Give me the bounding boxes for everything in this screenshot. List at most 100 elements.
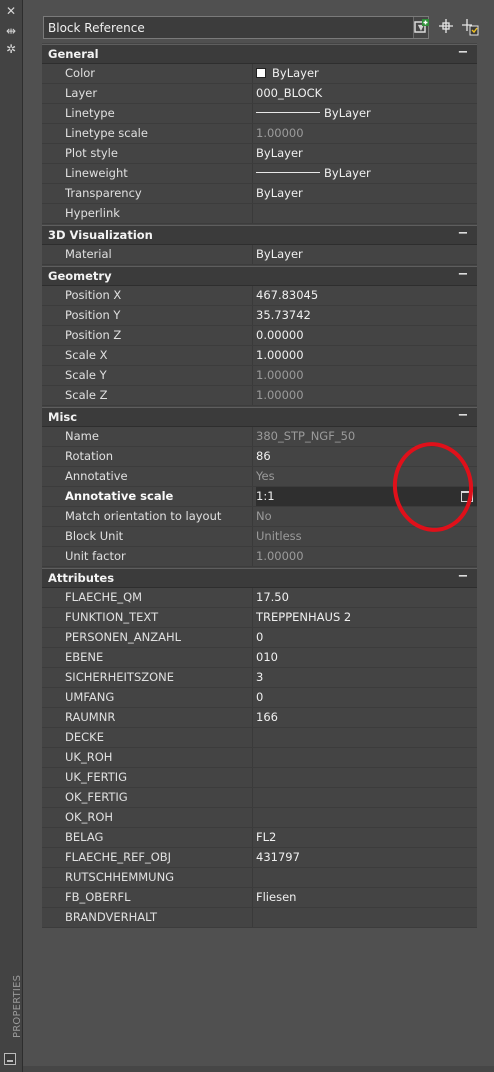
property-label: RAUMNR bbox=[65, 708, 253, 727]
property-value[interactable]: ByLayer bbox=[256, 164, 477, 183]
property-value-text: 380_STP_NGF_50 bbox=[256, 429, 356, 443]
property-row[interactable]: Material ByLayer bbox=[42, 245, 477, 265]
palette-menu-icon[interactable] bbox=[4, 1053, 16, 1065]
property-value-text: Unitless bbox=[256, 529, 302, 543]
property-value[interactable]: ByLayer bbox=[256, 144, 477, 163]
property-row[interactable]: Name 380_STP_NGF_50 bbox=[42, 427, 477, 447]
toggle-pickadd-icon[interactable] bbox=[413, 18, 431, 36]
property-value[interactable]: 166 bbox=[256, 708, 477, 727]
category-geometry[interactable]: Geometry − bbox=[42, 266, 477, 286]
property-row[interactable]: UMFANG 0 bbox=[42, 688, 477, 708]
property-value-text: 86 bbox=[256, 449, 271, 463]
property-row[interactable]: UK_FERTIG bbox=[42, 768, 477, 788]
property-row[interactable]: Layer 000_BLOCK bbox=[42, 84, 477, 104]
property-value[interactable]: Fliesen bbox=[256, 888, 477, 907]
category-general[interactable]: General − bbox=[42, 44, 477, 64]
property-value[interactable] bbox=[256, 868, 477, 887]
property-value[interactable]: 35.73742 bbox=[256, 306, 477, 325]
property-row[interactable]: FLAECHE_REF_OBJ 431797 bbox=[42, 848, 477, 868]
property-row[interactable]: Lineweight ByLayer bbox=[42, 164, 477, 184]
property-row[interactable]: Scale Z 1.00000 bbox=[42, 386, 477, 406]
property-value[interactable]: ByLayer bbox=[256, 245, 477, 264]
property-row[interactable]: DECKE bbox=[42, 728, 477, 748]
property-row[interactable]: SICHERHEITSZONE 3 bbox=[42, 668, 477, 688]
quick-select-icon[interactable] bbox=[461, 18, 479, 36]
collapse-icon[interactable]: − bbox=[457, 226, 469, 241]
property-value[interactable]: ByLayer bbox=[256, 184, 477, 203]
property-row[interactable]: Block Unit Unitless bbox=[42, 527, 477, 547]
property-row[interactable]: Position Y 35.73742 bbox=[42, 306, 477, 326]
collapse-icon[interactable]: − bbox=[457, 569, 469, 584]
property-row[interactable]: Position X 467.83045 bbox=[42, 286, 477, 306]
property-value[interactable]: TREPPENHAUS 2 bbox=[256, 608, 477, 627]
property-value[interactable] bbox=[256, 768, 477, 787]
property-row[interactable]: Position Z 0.00000 bbox=[42, 326, 477, 346]
property-value-text: ByLayer bbox=[272, 66, 319, 80]
property-row[interactable]: RAUMNR 166 bbox=[42, 708, 477, 728]
property-label: Linetype bbox=[65, 104, 253, 123]
property-value: 1.00000 bbox=[256, 366, 477, 385]
property-value[interactable]: 467.83045 bbox=[256, 286, 477, 305]
category-3d-visualization[interactable]: 3D Visualization − bbox=[42, 225, 477, 245]
property-value[interactable]: 0 bbox=[256, 688, 477, 707]
property-value[interactable]: 0.00000 bbox=[256, 326, 477, 345]
property-row[interactable]: Hyperlink bbox=[42, 204, 477, 224]
property-value[interactable]: 0 bbox=[256, 628, 477, 647]
property-value[interactable] bbox=[256, 204, 477, 223]
panel-bottom-edge bbox=[23, 1066, 494, 1072]
property-label: Hyperlink bbox=[65, 204, 253, 223]
property-value[interactable]: FL2 bbox=[256, 828, 477, 847]
property-row[interactable]: OK_FERTIG bbox=[42, 788, 477, 808]
category-misc[interactable]: Misc − bbox=[42, 407, 477, 427]
property-row[interactable]: Color ByLayer bbox=[42, 64, 477, 84]
property-value[interactable] bbox=[256, 748, 477, 767]
property-value[interactable]: 3 bbox=[256, 668, 477, 687]
property-value[interactable]: 000_BLOCK bbox=[256, 84, 477, 103]
property-row[interactable]: Plot style ByLayer bbox=[42, 144, 477, 164]
category-attributes[interactable]: Attributes − bbox=[42, 568, 477, 588]
property-row[interactable]: PERSONEN_ANZAHL 0 bbox=[42, 628, 477, 648]
object-type-dropdown[interactable]: Block Reference ▼ bbox=[43, 16, 429, 39]
property-value[interactable] bbox=[256, 908, 477, 927]
collapse-icon[interactable]: − bbox=[457, 267, 469, 282]
property-value[interactable] bbox=[256, 728, 477, 747]
property-row[interactable]: Unit factor 1.00000 bbox=[42, 547, 477, 567]
property-row[interactable]: Linetype ByLayer bbox=[42, 104, 477, 124]
property-label: DECKE bbox=[65, 728, 253, 747]
property-row[interactable]: FUNKTION_TEXT TREPPENHAUS 2 bbox=[42, 608, 477, 628]
property-row[interactable]: FLAECHE_QM 17.50 bbox=[42, 588, 477, 608]
select-objects-icon[interactable] bbox=[437, 18, 455, 36]
property-value-text: FL2 bbox=[256, 830, 277, 844]
property-row[interactable]: BRANDVERHALT bbox=[42, 908, 477, 928]
close-icon[interactable]: ✕ bbox=[3, 4, 19, 18]
property-row[interactable]: FB_OBERFL Fliesen bbox=[42, 888, 477, 908]
property-value[interactable]: 431797 bbox=[256, 848, 477, 867]
property-row[interactable]: UK_ROH bbox=[42, 748, 477, 768]
property-value[interactable] bbox=[256, 788, 477, 807]
property-value-text: 1.00000 bbox=[256, 549, 304, 563]
property-value-text: 166 bbox=[256, 710, 278, 724]
property-row[interactable]: EBENE 010 bbox=[42, 648, 477, 668]
property-label: Block Unit bbox=[65, 527, 253, 546]
property-row[interactable]: Transparency ByLayer bbox=[42, 184, 477, 204]
property-value[interactable]: 1.00000 bbox=[256, 346, 477, 365]
property-row[interactable]: Scale Y 1.00000 bbox=[42, 366, 477, 386]
collapse-icon[interactable]: − bbox=[457, 45, 469, 60]
property-row[interactable]: Scale X 1.00000 bbox=[42, 346, 477, 366]
property-value[interactable]: 010 bbox=[256, 648, 477, 667]
collapse-icon[interactable]: − bbox=[457, 408, 469, 423]
property-row[interactable]: OK_ROH bbox=[42, 808, 477, 828]
property-value[interactable]: 17.50 bbox=[256, 588, 477, 607]
category-title: Attributes bbox=[48, 571, 115, 585]
property-row[interactable]: Linetype scale 1.00000 bbox=[42, 124, 477, 144]
property-value-text: 1.00000 bbox=[256, 368, 304, 382]
auto-hide-icon[interactable]: ⇹ bbox=[3, 24, 19, 38]
property-value[interactable]: ByLayer bbox=[256, 104, 477, 123]
settings-icon[interactable]: ✲ bbox=[3, 42, 19, 56]
property-value[interactable] bbox=[256, 808, 477, 827]
property-row[interactable]: RUTSCHHEMMUNG bbox=[42, 868, 477, 888]
property-label: FLAECHE_QM bbox=[65, 588, 253, 607]
property-row[interactable]: BELAG FL2 bbox=[42, 828, 477, 848]
property-value-text: ByLayer bbox=[256, 146, 303, 160]
property-value[interactable]: ByLayer bbox=[256, 64, 477, 83]
